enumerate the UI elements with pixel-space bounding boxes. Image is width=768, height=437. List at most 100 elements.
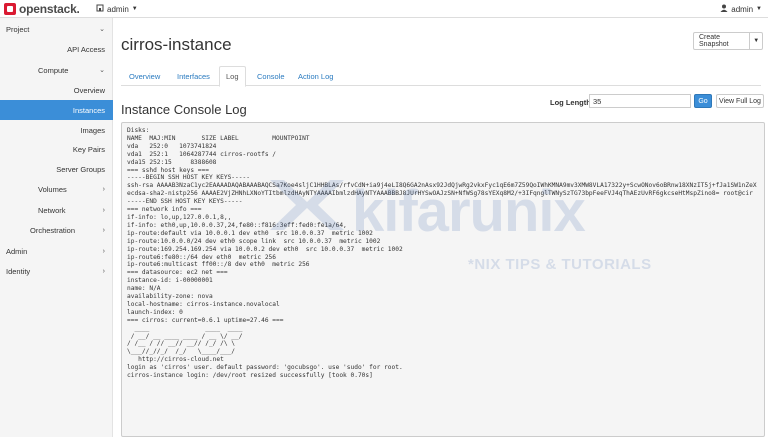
sidebar-item-label: Orchestration xyxy=(30,225,76,235)
console-line: \___//_//_/ /_/ \____/___/ xyxy=(127,348,236,356)
sidebar-item-instances[interactable]: Instances xyxy=(0,100,113,120)
create-snapshot-label: Create Snapshot xyxy=(699,34,729,48)
sidebar-item-api-access[interactable]: API Access xyxy=(0,39,113,59)
create-snapshot-button[interactable]: Create Snapshot ▼ xyxy=(693,32,763,50)
console-line: === datasource: ec2 net === xyxy=(127,269,228,277)
log-length-input[interactable] xyxy=(589,94,691,108)
instance-tabs: Overview Interfaces Log Console Action L… xyxy=(121,66,761,87)
console-line: launch-index: 0 xyxy=(127,308,183,316)
chevron-down-icon: ▼ xyxy=(756,6,762,12)
sidebar-item-network[interactable]: Network › xyxy=(0,200,113,220)
console-line: === sshd host keys === xyxy=(127,166,209,174)
console-line: vda15 252:15 8388608 xyxy=(127,158,217,166)
sidebar-item-label: Admin xyxy=(6,246,28,256)
sidebar-item-server-groups[interactable]: Server Groups xyxy=(0,159,113,179)
sidebar-item-label: Volumes xyxy=(38,184,67,194)
tab-log[interactable]: Log xyxy=(219,66,246,87)
sidebar-item-label: Network xyxy=(38,205,66,215)
tab-overview[interactable]: Overview xyxy=(123,66,166,86)
console-line: http://cirros-cloud.net xyxy=(127,356,224,364)
console-line: -----END SSH HOST KEY KEYS----- xyxy=(127,198,243,206)
chevron-right-icon: › xyxy=(102,185,105,193)
chevron-right-icon: › xyxy=(102,267,105,275)
console-line: ____ ____ ____ xyxy=(127,324,243,332)
console-line: ip-route:10.0.0.0/24 dev eth0 scope link… xyxy=(127,237,381,245)
sidebar-item-label: Overview xyxy=(73,85,105,95)
sidebar: Project ⌄ API Access Compute ⌄ Overview … xyxy=(0,18,113,437)
console-line: if-info: lo,up,127.0.0.1,8,, xyxy=(127,213,232,221)
chevron-down-icon[interactable]: ▼ xyxy=(749,33,762,49)
sidebar-item-label: Server Groups xyxy=(56,164,105,174)
console-line: === cirros: current=0.6.1 uptime=27.46 =… xyxy=(127,316,284,324)
console-lines: Disks: NAME MAJ:MIN SIZE LABEL MOUNTPOINT… xyxy=(122,123,764,380)
tab-label: Action Log xyxy=(298,71,334,81)
console-log-output[interactable]: Disks: NAME MAJ:MIN SIZE LABEL MOUNTPOINT… xyxy=(121,122,765,437)
console-line: vda 252:0 1073741824 xyxy=(127,142,217,150)
console-line: local-hostname: cirros-instance.novaloca… xyxy=(127,300,280,308)
chevron-down-icon: ⌄ xyxy=(99,67,105,74)
sidebar-item-key-pairs[interactable]: Key Pairs xyxy=(0,139,113,159)
sidebar-item-identity[interactable]: Identity › xyxy=(0,261,113,281)
sidebar-item-orchestration[interactable]: Orchestration › xyxy=(0,220,113,240)
view-full-log-button[interactable]: View Full Log xyxy=(716,94,764,108)
tab-label: Console xyxy=(257,71,285,81)
console-line: availability-zone: nova xyxy=(127,293,213,301)
sidebar-item-compute[interactable]: Compute ⌄ xyxy=(0,60,113,80)
console-line: Disks: xyxy=(127,127,150,134)
sidebar-item-label: Instances xyxy=(72,105,105,115)
chevron-right-icon: › xyxy=(102,247,105,255)
project-dropdown[interactable]: admin ▼ xyxy=(96,4,138,14)
logo-text: openstack. xyxy=(19,2,80,16)
section-title: Instance Console Log xyxy=(121,102,247,117)
sidebar-item-label: Key Pairs xyxy=(72,144,105,154)
tab-interfaces[interactable]: Interfaces xyxy=(171,66,216,86)
user-icon xyxy=(720,4,728,14)
console-line: ssh-rsa AAAAB3NzaC1yc2EAAAADAQABAAABAQCS… xyxy=(127,182,757,190)
sidebar-item-admin[interactable]: Admin › xyxy=(0,241,113,261)
chevron-down-icon: ⌄ xyxy=(99,26,105,33)
console-line: name: N/A xyxy=(127,285,161,293)
tab-label: Log xyxy=(226,72,239,81)
sidebar-item-overview[interactable]: Overview xyxy=(0,80,113,100)
openstack-logo[interactable]: openstack. xyxy=(4,2,80,16)
console-line: === network info === xyxy=(127,206,202,214)
tab-action-log[interactable]: Action Log xyxy=(292,66,339,86)
sidebar-item-label: Identity xyxy=(6,266,31,276)
console-line: / /__ / // __// __// /_/ /\ \ xyxy=(127,340,236,348)
page-title: cirros-instance xyxy=(121,35,232,54)
console-line: ip-route6:fe80::/64 dev eth0 metric 256 xyxy=(127,253,277,261)
console-line: / __/ __ ____ ____ / __ \/ __/ xyxy=(127,332,243,340)
tab-label: Interfaces xyxy=(177,71,210,81)
console-line: ip-route:default via 10.0.0.1 dev eth0 s… xyxy=(127,229,373,237)
sidebar-item-label: Project xyxy=(6,24,30,34)
openstack-logo-icon xyxy=(4,3,16,15)
chevron-right-icon: › xyxy=(102,226,105,234)
console-line: instance-id: i-00000001 xyxy=(127,277,213,285)
sidebar-item-label: Compute xyxy=(38,65,69,75)
top-navbar: openstack. admin ▼ admin ▼ xyxy=(0,0,768,18)
console-line: NAME MAJ:MIN SIZE LABEL MOUNTPOINT xyxy=(127,134,310,142)
sidebar-item-label: API Access xyxy=(67,44,105,54)
console-line: ip-route6:multicast ff00::/8 dev eth0 me… xyxy=(127,261,310,269)
user-menu[interactable]: admin ▼ xyxy=(720,4,762,14)
console-line: login as 'cirros' user. default password… xyxy=(127,364,403,372)
sidebar-item-images[interactable]: Images xyxy=(0,120,113,140)
user-menu-label: admin xyxy=(731,4,754,14)
sidebar-item-project[interactable]: Project ⌄ xyxy=(0,19,113,39)
console-line: vda1 252:1 1064287744 cirros-rootfs / xyxy=(127,150,277,158)
console-line: cirros-instance login: /dev/root resized… xyxy=(127,372,373,380)
go-button[interactable]: Go xyxy=(694,94,712,108)
console-line: -----BEGIN SSH HOST KEY KEYS----- xyxy=(127,174,250,182)
main-content: cirros-instance Create Snapshot ▼ Overvi… xyxy=(113,18,768,437)
project-dropdown-label: admin xyxy=(107,4,129,14)
sidebar-item-volumes[interactable]: Volumes › xyxy=(0,179,113,199)
console-line: ecdsa-sha2-nistp256 AAAAE2VjZHNhLXNoYTIt… xyxy=(127,190,753,198)
building-icon xyxy=(96,4,104,14)
sidebar-item-label: Images xyxy=(80,125,105,135)
console-line: ip-route:169.254.169.254 via 10.0.0.2 de… xyxy=(127,245,403,253)
console-line: if-info: eth0,up,10.0.0.37,24,fe80::f816… xyxy=(127,221,347,229)
tab-console[interactable]: Console xyxy=(251,66,291,86)
chevron-right-icon: › xyxy=(102,206,105,214)
log-length-label: Log Length xyxy=(550,98,591,107)
chevron-down-icon: ▼ xyxy=(131,6,138,12)
